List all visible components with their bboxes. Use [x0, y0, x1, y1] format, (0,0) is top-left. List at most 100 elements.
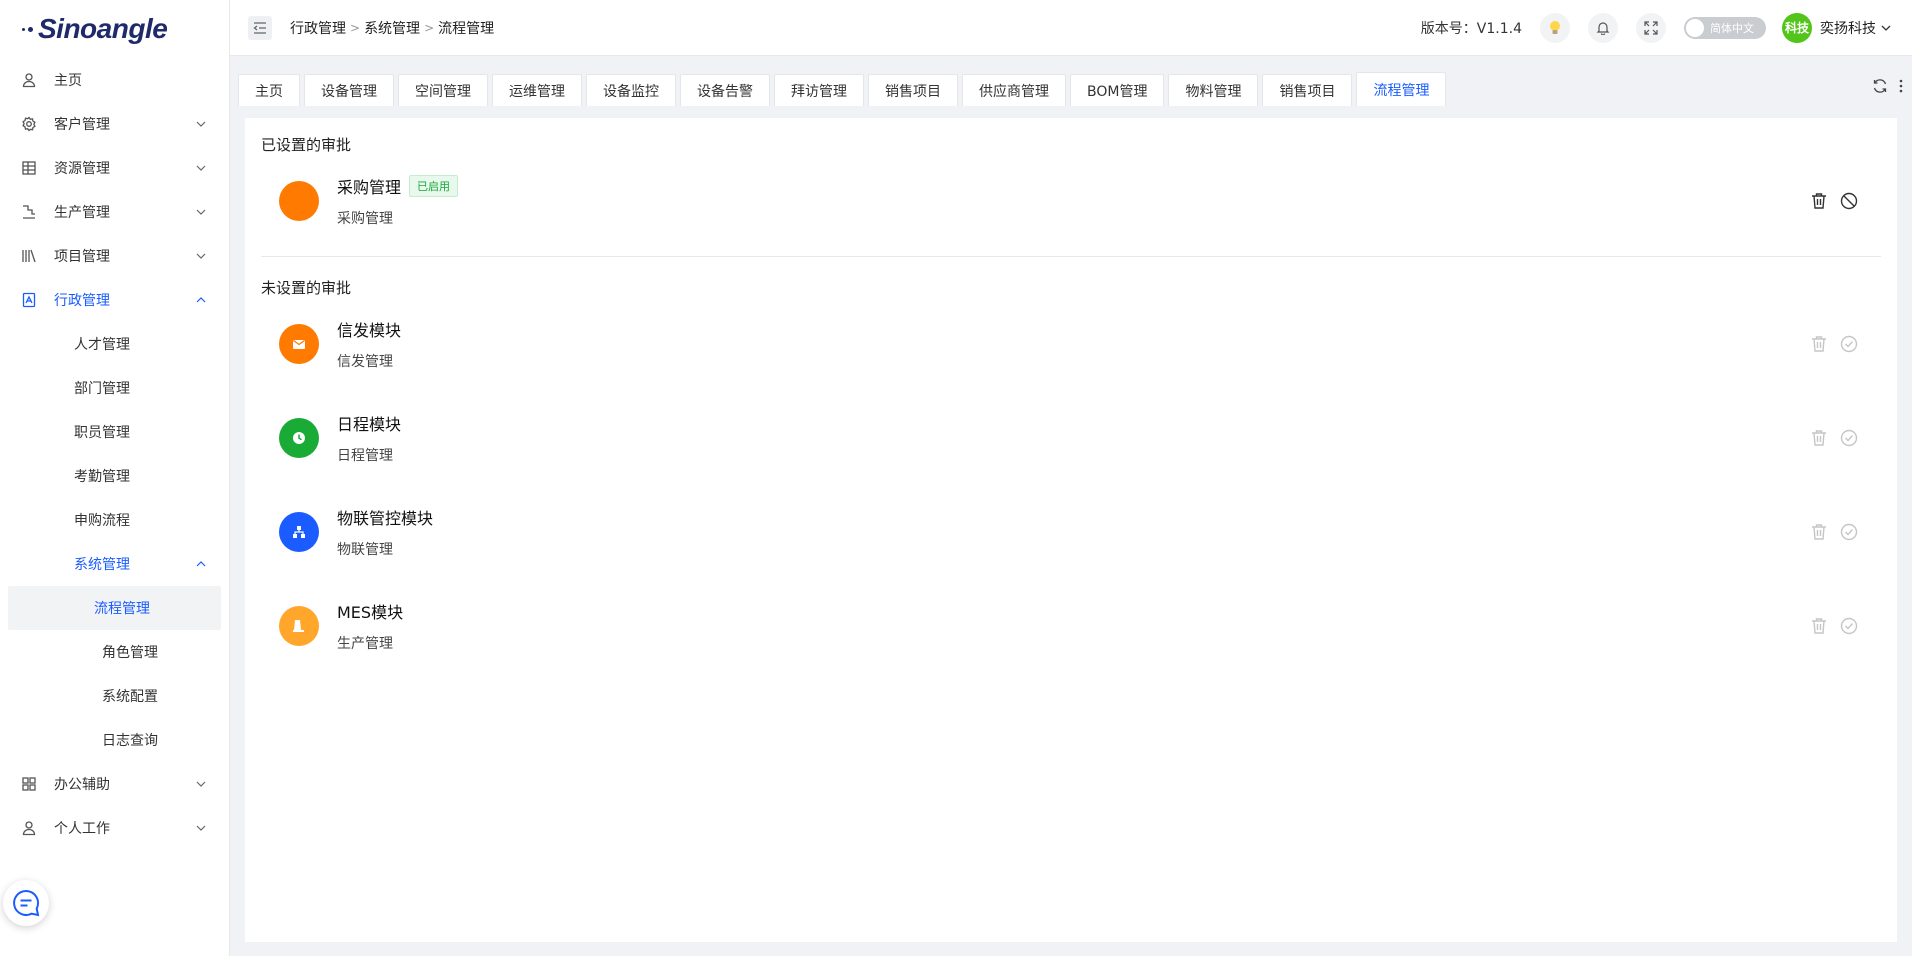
clock-icon [279, 418, 319, 458]
sidebar-subsubitem-log-query[interactable]: 日志查询 [8, 718, 221, 762]
chat-button[interactable] [3, 880, 49, 926]
sidebar-subitem-label: 申购流程 [74, 513, 130, 529]
tab-sales-project[interactable]: 销售项目 [868, 74, 958, 106]
tab-sales-project-2[interactable]: 销售项目 [1262, 74, 1353, 106]
chevron-down-icon [196, 121, 206, 127]
row-actions [1809, 616, 1859, 636]
sidebar: Sinoangle 主页 客户管理 资源管理 生产管理 项目管理 行政管理 人才… [0, 0, 230, 956]
language-label: 简体中文 [1710, 21, 1754, 35]
tab-material-mgmt[interactable]: 物料管理 [1168, 74, 1259, 106]
sidebar-item-projects[interactable]: 项目管理 [0, 234, 229, 278]
flow-desc: 生产管理 [337, 636, 393, 652]
sidebar-subitem-department[interactable]: 部门管理 [0, 366, 229, 410]
tab-bom-mgmt[interactable]: BOM管理 [1070, 74, 1165, 106]
avatar[interactable]: 科技 [1782, 12, 1812, 43]
top-header: 行政管理 > 系统管理 > 流程管理 版本号：V1.1.4 简体中文 科技 奕扬… [230, 0, 1912, 56]
notification-button[interactable] [1588, 12, 1618, 43]
book-icon [20, 247, 38, 265]
sidebar-item-label: 项目管理 [54, 249, 110, 265]
factory-icon [279, 606, 319, 646]
breadcrumb-item[interactable]: 系统管理 [364, 18, 420, 38]
tab-device-alarm[interactable]: 设备告警 [680, 74, 770, 106]
tab-flow-mgmt[interactable]: 流程管理 [1356, 72, 1447, 106]
sidebar-subitem-label: 职员管理 [74, 425, 130, 441]
doc-icon [20, 291, 38, 309]
sidebar-item-label: 客户管理 [54, 117, 110, 133]
tab-device-monitor[interactable]: 设备监控 [586, 74, 676, 106]
sidebar-subsubitem-flow-mgmt[interactable]: 流程管理 [8, 586, 221, 630]
row-actions [1809, 334, 1859, 354]
more-vertical-icon[interactable] [1898, 78, 1904, 94]
disable-icon[interactable] [1839, 191, 1859, 211]
chevron-down-icon [196, 165, 206, 171]
sidebar-subitem-label: 考勤管理 [74, 469, 130, 485]
tab-tools [1872, 78, 1904, 94]
refresh-icon[interactable] [1872, 78, 1888, 94]
grid-icon [20, 159, 38, 177]
bulb-button[interactable] [1540, 12, 1570, 43]
sidebar-subitem-talent[interactable]: 人才管理 [0, 322, 229, 366]
flow-name: MES模块 [337, 603, 404, 622]
flow-row-purchase: 采购管理 已启用 采购管理 [261, 154, 1881, 248]
sidebar-item-resources[interactable]: 资源管理 [0, 146, 229, 190]
sidebar-subsubitem-system-config[interactable]: 系统配置 [8, 674, 221, 718]
trash-icon[interactable] [1809, 522, 1829, 542]
status-badge: 已启用 [409, 175, 459, 197]
check-circle-icon[interactable] [1839, 334, 1859, 354]
sidebar-item-home[interactable]: 主页 [0, 58, 229, 102]
trash-icon[interactable] [1809, 428, 1829, 448]
tab-visit-mgmt[interactable]: 拜访管理 [774, 74, 864, 106]
tab-space-mgmt[interactable]: 空间管理 [398, 74, 488, 106]
tab-supplier-mgmt[interactable]: 供应商管理 [962, 74, 1066, 106]
header-right: 版本号：V1.1.4 简体中文 科技 奕扬科技 [1421, 12, 1912, 43]
sidebar-item-customers[interactable]: 客户管理 [0, 102, 229, 146]
tab-home[interactable]: 主页 [238, 74, 300, 106]
sidebar-item-label: 主页 [54, 73, 82, 89]
row-actions [1809, 191, 1859, 211]
check-circle-icon[interactable] [1839, 522, 1859, 542]
sidebar-item-personal[interactable]: 个人工作 [0, 806, 229, 850]
check-circle-icon[interactable] [1839, 428, 1859, 448]
section-divider [261, 256, 1881, 257]
chevron-down-icon[interactable] [1880, 22, 1892, 34]
chevron-down-icon [196, 781, 206, 787]
sidebar-item-production[interactable]: 生产管理 [0, 190, 229, 234]
sidebar-subitem-attendance[interactable]: 考勤管理 [0, 454, 229, 498]
sidebar-subitem-label: 系统管理 [74, 557, 130, 573]
row-actions [1809, 522, 1859, 542]
logo[interactable]: Sinoangle [0, 0, 229, 58]
language-toggle[interactable]: 简体中文 [1684, 16, 1766, 39]
tab-ops-mgmt[interactable]: 运维管理 [492, 74, 582, 106]
trash-icon[interactable] [1809, 334, 1829, 354]
trash-icon[interactable] [1809, 191, 1829, 211]
breadcrumb: 行政管理 > 系统管理 > 流程管理 [290, 18, 494, 38]
user-icon [20, 819, 38, 837]
chevron-up-icon [196, 297, 206, 303]
user-name[interactable]: 奕扬科技 [1820, 18, 1876, 38]
logo-text: Sinoangle [38, 13, 168, 44]
sidebar-subitem-purchase-flow[interactable]: 申购流程 [0, 498, 229, 542]
chevron-down-icon [196, 209, 206, 215]
flow-desc: 信发管理 [337, 354, 393, 370]
collapse-sidebar-button[interactable] [248, 15, 272, 40]
flow-icon [279, 181, 319, 221]
sidebar-item-administration[interactable]: 行政管理 [0, 278, 229, 322]
lightbulb-icon [1550, 20, 1560, 34]
flow-name: 采购管理 [337, 178, 402, 197]
breadcrumb-item[interactable]: 行政管理 [290, 18, 346, 38]
sidebar-item-label: 行政管理 [54, 293, 110, 309]
trash-icon[interactable] [1809, 616, 1829, 636]
toggle-knob [1686, 18, 1704, 37]
flow-name: 日程模块 [337, 415, 402, 434]
tab-device-mgmt[interactable]: 设备管理 [304, 74, 394, 106]
mail-icon [279, 324, 319, 364]
sidebar-subitem-staff[interactable]: 职员管理 [0, 410, 229, 454]
flow-row-mes: MES模块 生产管理 [261, 579, 1881, 673]
fullscreen-button[interactable] [1636, 12, 1666, 43]
sidebar-subitem-system-mgmt[interactable]: 系统管理 [0, 542, 229, 586]
check-circle-icon[interactable] [1839, 616, 1859, 636]
tab-bar: 主页 设备管理 空间管理 运维管理 设备监控 设备告警 拜访管理 销售项目 供应… [230, 56, 1912, 106]
sidebar-subsubitem-role-mgmt[interactable]: 角色管理 [8, 630, 221, 674]
stairs-icon [20, 203, 38, 221]
sidebar-item-office[interactable]: 办公辅助 [0, 762, 229, 806]
